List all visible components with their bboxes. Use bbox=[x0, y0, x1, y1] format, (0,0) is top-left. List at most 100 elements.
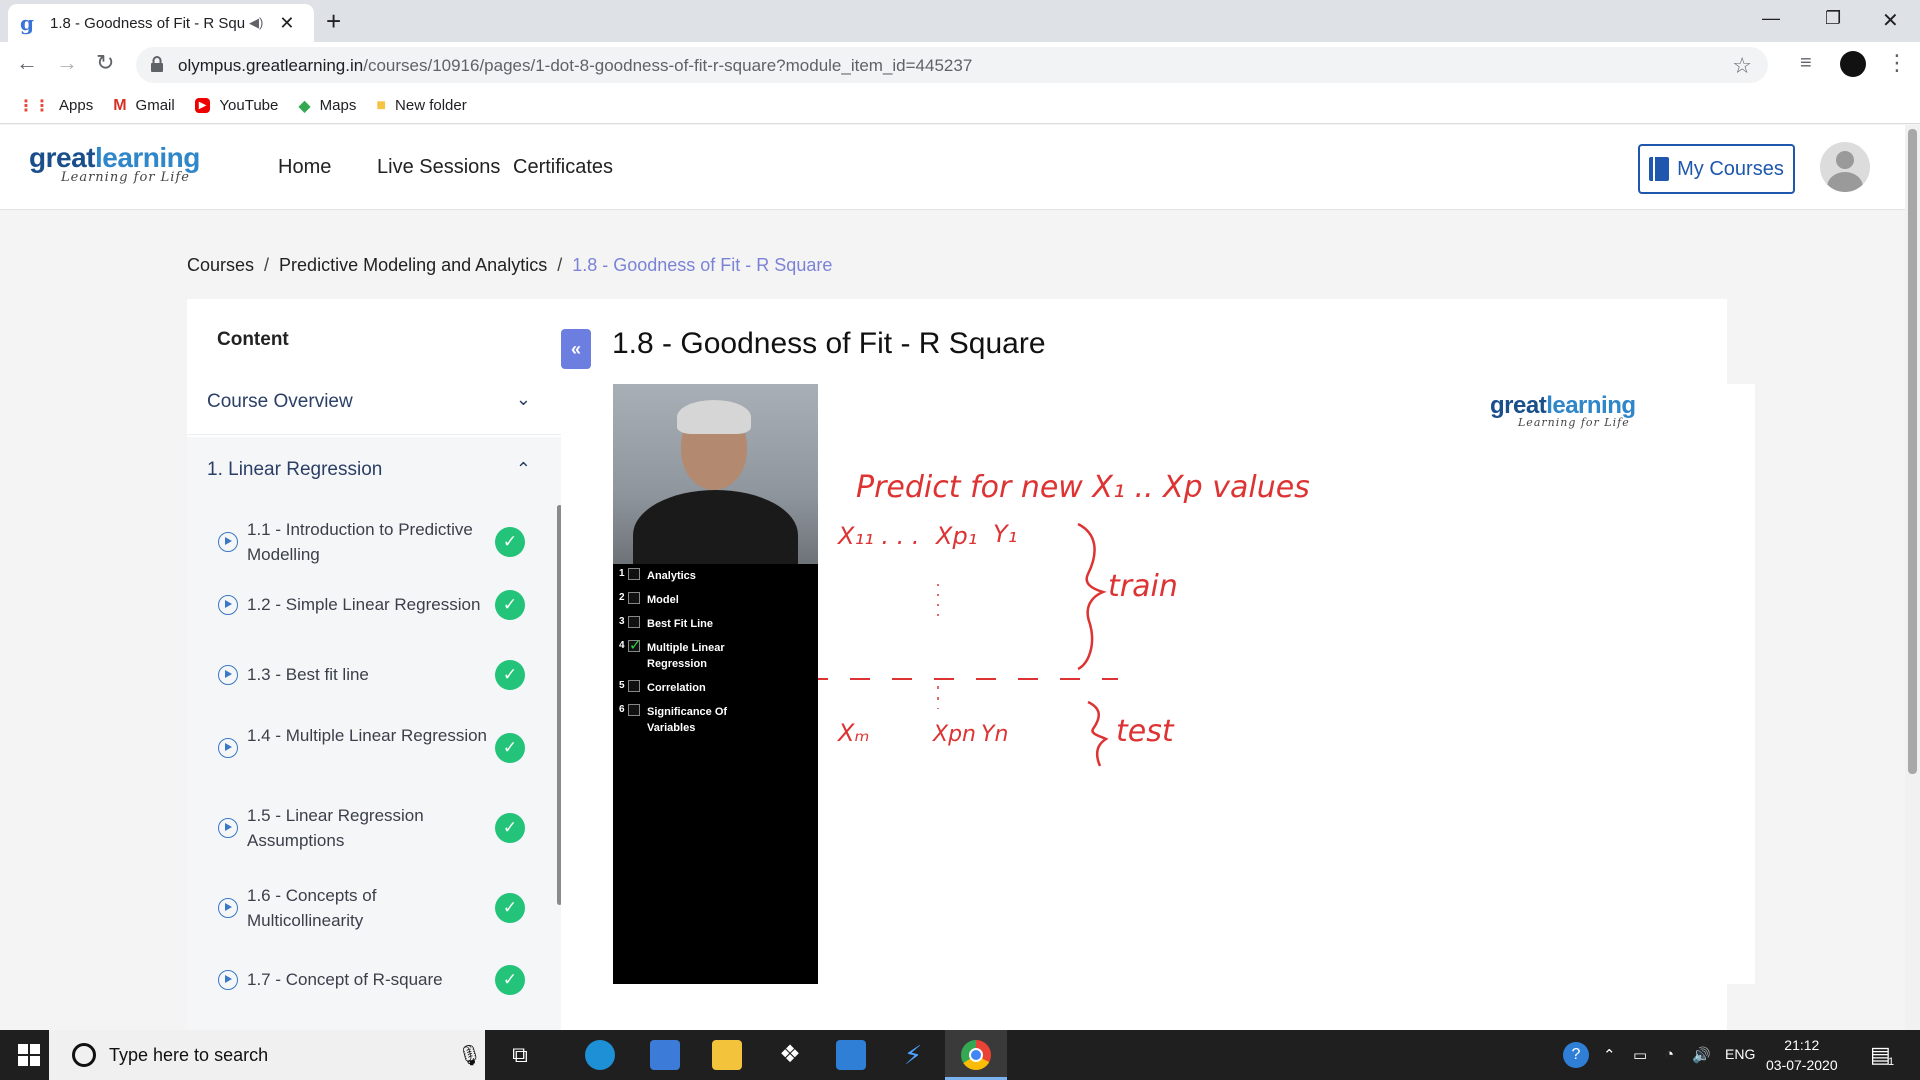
app-icon[interactable]: ⚡ bbox=[898, 1040, 928, 1070]
whiteboard: greatlearning Learning for Life Predict … bbox=[818, 384, 1755, 984]
sidebar-heading: Content bbox=[217, 329, 289, 350]
handwriting-text: Xₘ bbox=[838, 719, 870, 747]
file-explorer-icon[interactable] bbox=[712, 1040, 742, 1070]
bookmark-new-folder[interactable]: ■ New folder bbox=[376, 97, 466, 115]
lesson-item-1-1[interactable]: 1.1 - Introduction to Predictive Modelli… bbox=[187, 511, 561, 571]
nav-live-sessions[interactable]: Live Sessions bbox=[377, 156, 500, 179]
bookmark-star-icon[interactable]: ☆ bbox=[1732, 53, 1752, 79]
handwriting-text: train bbox=[1108, 569, 1178, 604]
scrollbar-thumb[interactable] bbox=[1908, 129, 1917, 774]
chrome-icon bbox=[961, 1040, 991, 1070]
section-linear-regression[interactable]: 1. Linear Regression ⌃ bbox=[187, 437, 561, 503]
breadcrumb-courses[interactable]: Courses bbox=[187, 255, 254, 275]
page-title: 1.8 - Goodness of Fit - R Square bbox=[612, 327, 1046, 360]
lock-icon bbox=[151, 56, 163, 72]
content-sidebar: Content Course Overview ⌄ 1. Linear Regr… bbox=[187, 299, 561, 1030]
media-control-icon[interactable]: ≡ bbox=[1800, 52, 1812, 75]
apps-grid-icon: ⋮⋮ bbox=[18, 97, 50, 115]
restore-icon[interactable]: ❐ bbox=[1825, 8, 1841, 29]
volume-icon[interactable]: 🔊 bbox=[1692, 1046, 1711, 1064]
handwriting-text: Yn bbox=[981, 722, 1009, 747]
browser-tab-bar: g 1.8 - Goodness of Fit - R Squ ◀) ✕ + —… bbox=[0, 0, 1920, 42]
lesson-item-1-5[interactable]: 1.5 - Linear Regression Assumptions ✓ bbox=[187, 793, 561, 853]
user-avatar[interactable] bbox=[1820, 142, 1870, 192]
lesson-item-1-3[interactable]: 1.3 - Best fit line ✓ bbox=[187, 653, 561, 703]
tab-title: 1.8 - Goodness of Fit - R Squ bbox=[50, 14, 245, 32]
play-circle-icon bbox=[218, 898, 238, 918]
microphone-icon[interactable]: 🎙 bbox=[457, 1043, 482, 1068]
tray-expand-icon[interactable]: ⌃ bbox=[1603, 1046, 1616, 1064]
play-circle-icon bbox=[218, 970, 238, 990]
forward-icon[interactable]: → bbox=[56, 52, 78, 74]
breadcrumb-current: 1.8 - Goodness of Fit - R Square bbox=[572, 255, 833, 275]
play-circle-icon bbox=[218, 665, 238, 685]
greatlearning-favicon-icon: g bbox=[20, 11, 34, 35]
collapse-sidebar-button[interactable]: « bbox=[561, 329, 591, 369]
dropbox-icon[interactable]: ❖ bbox=[775, 1040, 805, 1070]
url-text: olympus.greatlearning.in/courses/10916/p… bbox=[178, 56, 973, 75]
section-course-overview[interactable]: Course Overview ⌄ bbox=[187, 369, 561, 435]
nav-certificates[interactable]: Certificates bbox=[513, 156, 613, 179]
gmail-icon: M bbox=[113, 96, 127, 114]
notification-count: 1 bbox=[1888, 1056, 1895, 1068]
network-icon[interactable]: ◔ bbox=[1665, 1046, 1674, 1063]
handwriting-text: test bbox=[1116, 714, 1174, 749]
video-player[interactable]: 1 Analytics 2 Model 3 Best Fit Line 4 ✓ Multi… bbox=[613, 384, 1755, 984]
handwriting-strokes bbox=[818, 522, 1118, 767]
help-icon[interactable]: ? bbox=[1563, 1042, 1589, 1068]
completed-check-icon: ✓ bbox=[495, 965, 525, 995]
cortana-icon bbox=[72, 1043, 96, 1067]
my-courses-button[interactable]: My Courses bbox=[1638, 144, 1795, 194]
menu-kebab-icon[interactable]: ⋮ bbox=[1886, 50, 1908, 76]
chrome-taskbar-item[interactable] bbox=[945, 1030, 1007, 1080]
profile-avatar[interactable] bbox=[1840, 51, 1866, 77]
play-circle-icon bbox=[218, 818, 238, 838]
bookmark-gmail[interactable]: M Gmail bbox=[113, 97, 175, 115]
store-icon[interactable] bbox=[650, 1040, 680, 1070]
greatlearning-logo[interactable]: greatlearning Learning for Life bbox=[29, 142, 200, 185]
lesson-item-1-6[interactable]: 1.6 - Concepts of Multicollinearity ✓ bbox=[187, 873, 561, 933]
bookmark-apps[interactable]: ⋮⋮ Apps bbox=[18, 96, 93, 116]
window-close-icon[interactable]: ✕ bbox=[1882, 8, 1899, 33]
presenter-video bbox=[613, 384, 818, 564]
system-clock[interactable]: 21:12 03-07-2020 bbox=[1766, 1035, 1838, 1075]
completed-check-icon: ✓ bbox=[495, 660, 525, 690]
maps-icon: ◆ bbox=[298, 97, 311, 115]
nav-home[interactable]: Home bbox=[278, 156, 331, 179]
language-indicator[interactable]: ENG bbox=[1725, 1046, 1755, 1062]
mail-icon[interactable] bbox=[836, 1040, 866, 1070]
close-tab-icon[interactable]: ✕ bbox=[279, 13, 294, 34]
play-circle-icon bbox=[218, 532, 238, 552]
lesson-item-1-4[interactable]: 1.4 - Multiple Linear Regression ✓ bbox=[187, 713, 561, 773]
task-view-icon[interactable]: ⧉ bbox=[505, 1040, 535, 1070]
edge-icon[interactable] bbox=[585, 1040, 615, 1070]
completed-check-icon: ✓ bbox=[495, 893, 525, 923]
page-scrollbar[interactable] bbox=[1905, 125, 1920, 1030]
browser-tab[interactable]: g 1.8 - Goodness of Fit - R Squ ◀) ✕ bbox=[8, 4, 314, 42]
youtube-icon: ▶ bbox=[194, 98, 211, 113]
presenter-panel: 1 Analytics 2 Model 3 Best Fit Line 4 ✓ Multi… bbox=[613, 384, 818, 984]
site-header: greatlearning Learning for Life Home Liv… bbox=[0, 125, 1905, 210]
completed-check-icon: ✓ bbox=[495, 813, 525, 843]
play-circle-icon bbox=[218, 595, 238, 615]
play-circle-icon bbox=[218, 738, 238, 758]
bookmarks-bar: ⋮⋮ Apps M Gmail ▶ YouTube ◆ Maps ■ New folder bbox=[0, 88, 1920, 124]
new-tab-button[interactable]: + bbox=[326, 8, 341, 34]
bookmark-youtube[interactable]: ▶ YouTube bbox=[194, 97, 278, 114]
battery-icon[interactable]: ▭ bbox=[1633, 1046, 1647, 1064]
address-bar[interactable]: olympus.greatlearning.in/courses/10916/p… bbox=[136, 47, 1768, 83]
bookmark-maps[interactable]: ◆ Maps bbox=[298, 96, 356, 116]
windows-start-icon[interactable] bbox=[18, 1044, 40, 1066]
completed-check-icon: ✓ bbox=[495, 590, 525, 620]
book-icon bbox=[1649, 157, 1670, 181]
minimize-icon[interactable]: — bbox=[1762, 8, 1780, 29]
reload-icon[interactable]: ↻ bbox=[96, 52, 114, 74]
back-icon[interactable]: ← bbox=[16, 52, 38, 74]
lesson-list: 1.1 - Introduction to Predictive Modelli… bbox=[187, 503, 561, 1030]
lesson-item-1-7[interactable]: 1.7 - Concept of R-square ✓ bbox=[187, 958, 561, 1008]
lesson-item-1-2[interactable]: 1.2 - Simple Linear Regression ✓ bbox=[187, 583, 561, 633]
taskbar-search[interactable]: Type here to search 🎙 bbox=[49, 1030, 485, 1080]
speaker-icon[interactable]: ◀) bbox=[249, 15, 263, 31]
folder-icon: ■ bbox=[376, 96, 387, 114]
breadcrumb-course[interactable]: Predictive Modeling and Analytics bbox=[279, 255, 547, 275]
